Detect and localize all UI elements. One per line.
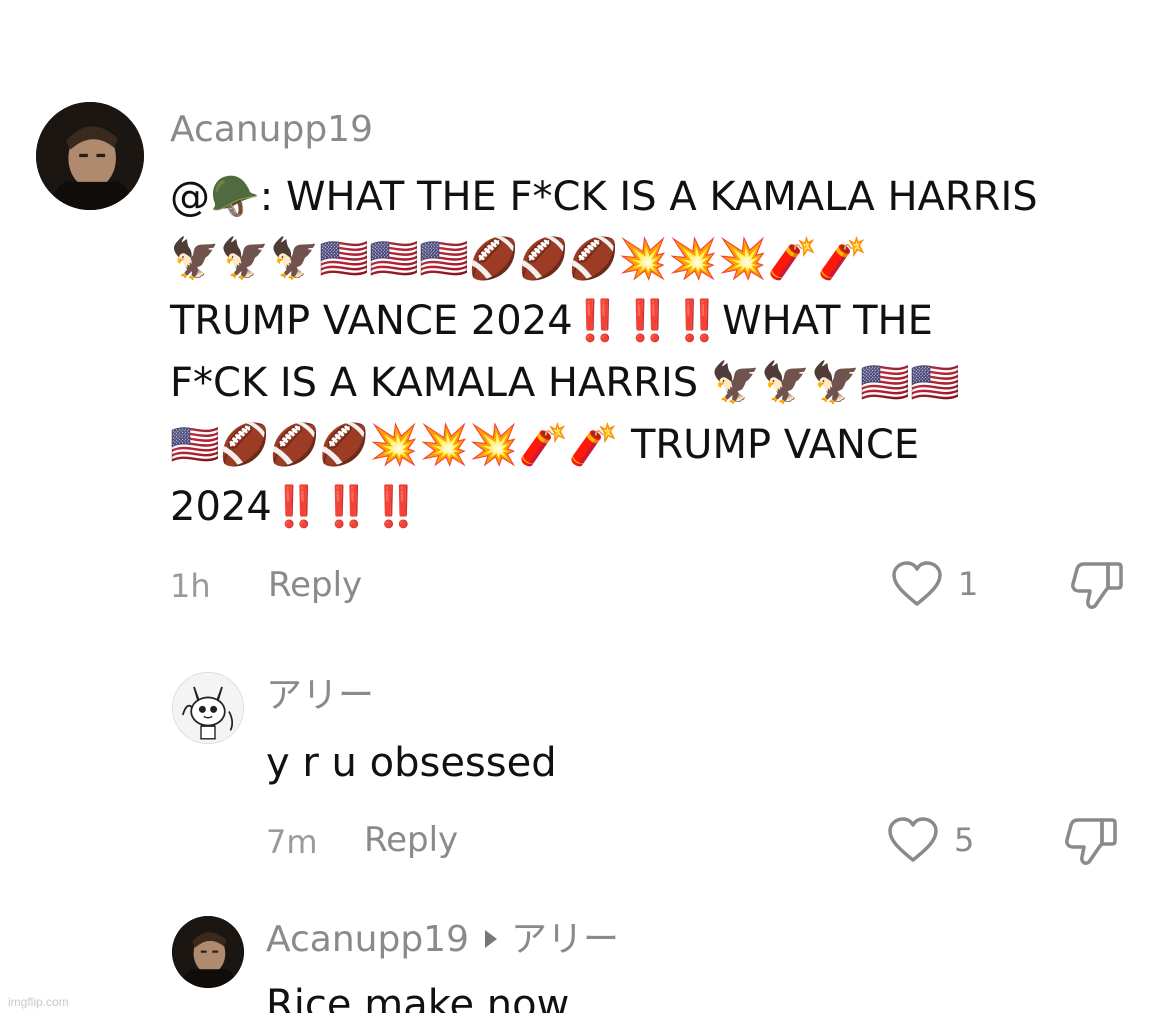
comment-text: y r u obsessed (266, 740, 557, 786)
comment-text-line: 🇺🇸🏈🏈🏈💥💥💥🧨🧨 TRUMP VANCE (170, 422, 920, 468)
comment-username[interactable]: Acanupp19 (170, 112, 373, 148)
thumbs-down-outline-icon (1065, 818, 1117, 865)
reply-button[interactable]: Reply (364, 823, 458, 857)
avatar[interactable] (172, 916, 244, 988)
like-button[interactable]: 5 (886, 816, 974, 864)
comment-text-line: @🪖: WHAT THE F*CK IS A KAMALA HARRIS (170, 174, 1038, 220)
comment-text: Rice make now (266, 982, 570, 1013)
reply-target-username[interactable]: アリー (511, 919, 619, 960)
thumbs-down-outline-icon (1071, 562, 1123, 609)
like-count: 1 (958, 565, 979, 603)
avatar-image (36, 102, 144, 210)
comment-header: Acanupp19 アリー (266, 922, 619, 958)
dislike-button[interactable] (1064, 816, 1118, 870)
avatar-image (173, 673, 243, 743)
comment-text-line: 2024‼️‼️‼️ (170, 484, 422, 530)
dislike-button[interactable] (1070, 560, 1124, 614)
watermark: imgflip.com (8, 995, 69, 1009)
heart-outline-icon (888, 817, 938, 862)
avatar-image (172, 916, 244, 988)
heart-outline-icon (892, 561, 942, 606)
comment-text-line: 🦅🦅🦅🇺🇸🇺🇸🇺🇸🏈🏈🏈💥💥💥🧨🧨 (170, 236, 868, 282)
avatar[interactable] (172, 672, 244, 744)
reply-button[interactable]: Reply (268, 568, 362, 602)
comment-username[interactable]: アリー (266, 678, 374, 714)
avatar[interactable] (36, 102, 144, 210)
comment-text-line: TRUMP VANCE 2024‼️‼️‼️WHAT THE (170, 298, 933, 344)
comment-text-line: F*CK IS A KAMALA HARRIS 🦅🦅🦅🇺🇸🇺🇸 (170, 360, 960, 406)
comment-text: @🪖: WHAT THE F*CK IS A KAMALA HARRIS 🦅🦅🦅… (170, 166, 1038, 538)
reply-arrow-icon (485, 930, 497, 948)
comment-username[interactable]: Acanupp19 (266, 919, 469, 960)
like-button[interactable]: 1 (890, 560, 978, 608)
comment-timestamp: 1h (170, 567, 211, 605)
like-count: 5 (954, 821, 975, 859)
comment-timestamp: 7m (266, 823, 318, 861)
